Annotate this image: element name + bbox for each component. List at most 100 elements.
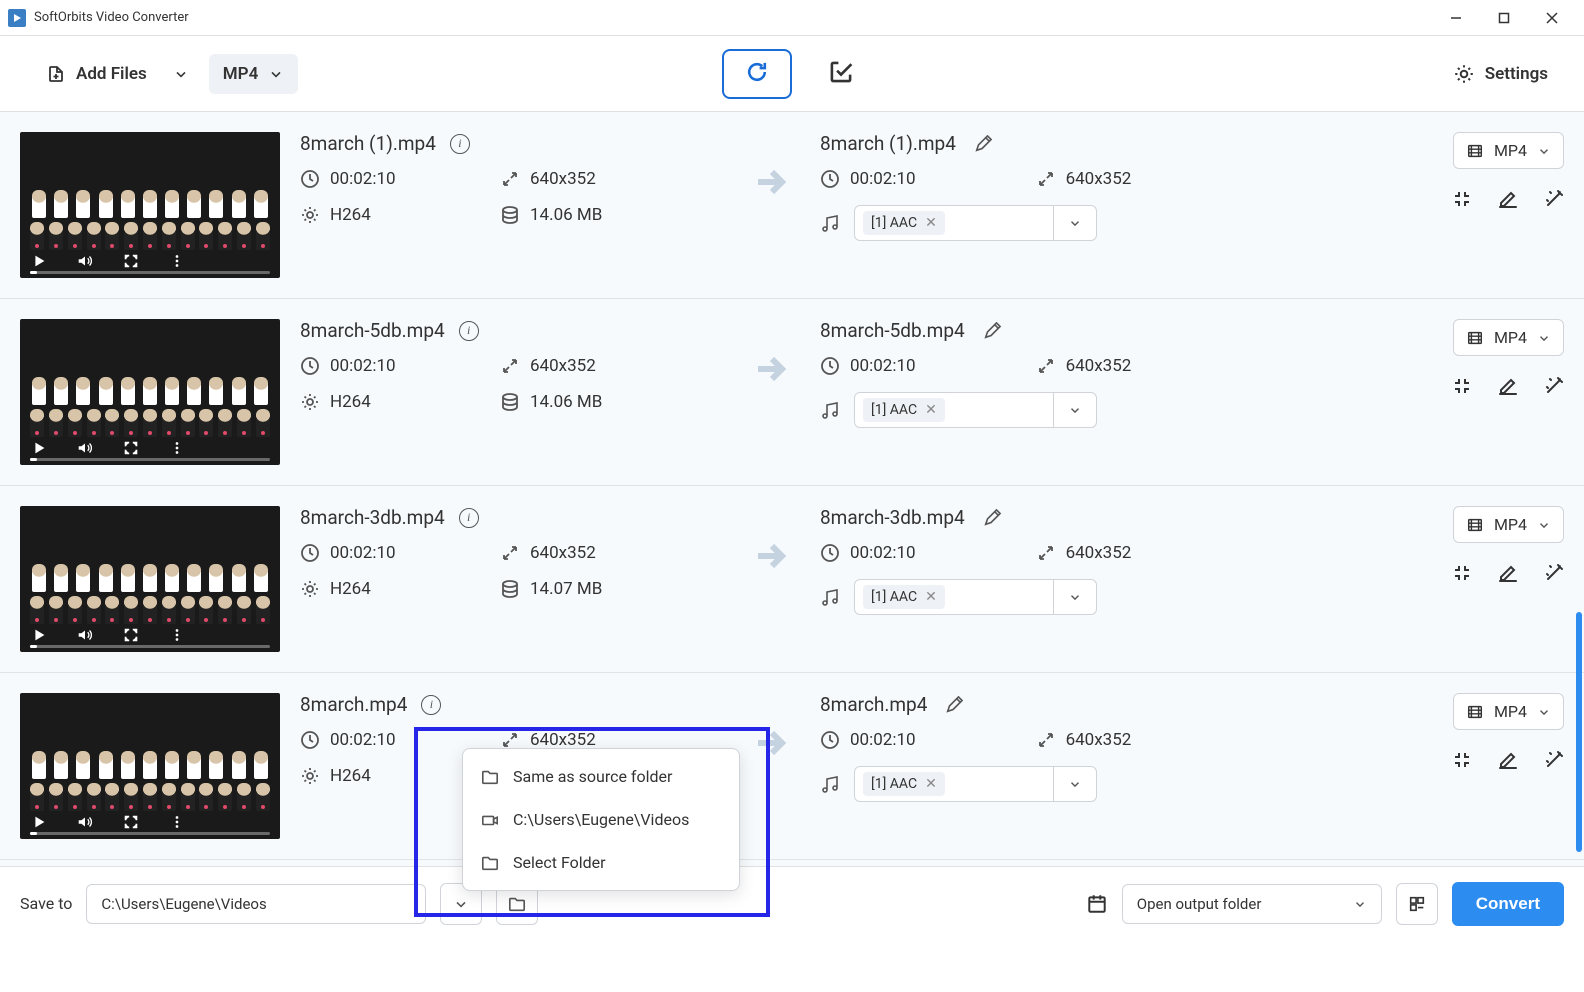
clock-icon — [300, 356, 320, 376]
file-row: 8march.mp4 i 00:02:10 640x352 H264 8marc… — [0, 673, 1584, 860]
calendar-icon[interactable] — [1086, 893, 1108, 915]
source-duration: 00:02:10 — [330, 543, 396, 563]
effects-icon[interactable] — [1544, 750, 1564, 770]
play-icon[interactable] — [30, 439, 48, 457]
audio-dropdown-icon[interactable] — [1053, 393, 1096, 427]
add-files-dropdown[interactable] — [165, 56, 197, 92]
codec-icon — [300, 766, 320, 786]
compress-icon[interactable] — [1452, 376, 1472, 396]
remove-audio-icon[interactable]: ✕ — [925, 589, 937, 605]
more-icon[interactable] — [168, 439, 186, 457]
menu-select-folder[interactable]: Select Folder — [463, 841, 739, 884]
refresh-button[interactable] — [722, 49, 792, 99]
output-duration: 00:02:10 — [850, 543, 916, 563]
audio-dropdown-icon[interactable] — [1053, 767, 1096, 801]
effects-icon[interactable] — [1544, 563, 1564, 583]
effects-icon[interactable] — [1544, 376, 1564, 396]
convert-button[interactable]: Convert — [1452, 882, 1564, 926]
menu-same-as-source[interactable]: Same as source folder — [463, 755, 739, 798]
codec-icon — [300, 205, 320, 225]
effects-icon[interactable] — [1544, 189, 1564, 209]
codec-icon — [300, 579, 320, 599]
remove-audio-icon[interactable]: ✕ — [925, 215, 937, 231]
audio-dropdown-icon[interactable] — [1053, 206, 1096, 240]
play-icon[interactable] — [30, 252, 48, 270]
info-icon[interactable]: i — [459, 321, 479, 341]
settings-button[interactable]: Settings — [1449, 53, 1552, 95]
scrollbar-thumb[interactable] — [1576, 612, 1582, 852]
rename-icon[interactable] — [974, 135, 992, 153]
volume-icon[interactable] — [76, 439, 94, 457]
video-thumbnail[interactable] — [20, 506, 280, 652]
audio-icon — [820, 400, 840, 420]
info-icon[interactable]: i — [459, 508, 479, 528]
video-thumbnail[interactable] — [20, 319, 280, 465]
more-icon[interactable] — [168, 626, 186, 644]
titlebar: SoftOrbits Video Converter — [0, 0, 1584, 36]
menu-recent-path[interactable]: C:\Users\Eugene\Videos — [463, 798, 739, 841]
maximize-button[interactable] — [1480, 0, 1528, 36]
after-convert-label: Open output folder — [1137, 895, 1262, 913]
remove-audio-icon[interactable]: ✕ — [925, 402, 937, 418]
film-icon — [1466, 142, 1484, 160]
compress-icon[interactable] — [1452, 189, 1472, 209]
row-format-select[interactable]: MP4 — [1453, 506, 1564, 543]
menu-item-label: C:\Users\Eugene\Videos — [513, 810, 689, 829]
file-row: 8march-5db.mp4 i 00:02:10 640x352 H264 1… — [0, 299, 1584, 486]
output-format-button[interactable]: MP4 — [209, 54, 299, 94]
compress-icon[interactable] — [1452, 750, 1472, 770]
volume-icon[interactable] — [76, 626, 94, 644]
select-all-button[interactable] — [820, 51, 862, 97]
rename-icon[interactable] — [983, 509, 1001, 527]
add-files-button[interactable]: Add Files — [32, 54, 161, 94]
chevron-down-icon — [1537, 705, 1551, 719]
merge-button[interactable] — [1396, 883, 1438, 925]
resolution-icon — [1036, 356, 1056, 376]
video-thumbnail[interactable] — [20, 693, 280, 839]
fullscreen-icon[interactable] — [122, 813, 140, 831]
after-convert-select[interactable]: Open output folder — [1122, 884, 1382, 924]
fullscreen-icon[interactable] — [122, 252, 140, 270]
save-path-field[interactable]: C:\Users\Eugene\Videos — [86, 884, 426, 924]
compress-icon[interactable] — [1452, 563, 1472, 583]
row-format-select[interactable]: MP4 — [1453, 132, 1564, 169]
fullscreen-icon[interactable] — [122, 626, 140, 644]
play-icon[interactable] — [30, 626, 48, 644]
volume-icon[interactable] — [76, 813, 94, 831]
row-format-select[interactable]: MP4 — [1453, 319, 1564, 356]
info-icon[interactable]: i — [450, 134, 470, 154]
app-icon — [8, 9, 26, 27]
remove-audio-icon[interactable]: ✕ — [925, 776, 937, 792]
play-icon[interactable] — [30, 813, 48, 831]
audio-track-label: [1] AAC — [871, 589, 917, 605]
resolution-icon — [1036, 730, 1056, 750]
audio-track-select[interactable]: [1] AAC✕ — [854, 392, 1097, 428]
resolution-icon — [500, 543, 520, 563]
info-icon[interactable]: i — [421, 695, 441, 715]
close-button[interactable] — [1528, 0, 1576, 36]
audio-dropdown-icon[interactable] — [1053, 580, 1096, 614]
more-icon[interactable] — [168, 813, 186, 831]
edit-icon[interactable] — [1498, 189, 1518, 209]
source-codec: H264 — [330, 766, 371, 786]
video-thumbnail[interactable] — [20, 132, 280, 278]
edit-icon[interactable] — [1498, 376, 1518, 396]
rename-icon[interactable] — [945, 696, 963, 714]
gear-icon — [1453, 63, 1475, 85]
audio-track-select[interactable]: [1] AAC ✕ — [854, 579, 1097, 615]
file-row: 8march (1).mp4 i 00:02:10 640x352 H264 1… — [0, 112, 1584, 299]
audio-track-select[interactable]: [1] AAC✕ — [854, 766, 1097, 802]
minimize-button[interactable] — [1432, 0, 1480, 36]
fullscreen-icon[interactable] — [122, 439, 140, 457]
edit-icon[interactable] — [1498, 750, 1518, 770]
output-duration: 00:02:10 — [850, 169, 916, 189]
audio-track-select[interactable]: [1] AAC✕ — [854, 205, 1097, 241]
rename-icon[interactable] — [983, 322, 1001, 340]
arrow-icon — [740, 693, 800, 763]
volume-icon[interactable] — [76, 252, 94, 270]
film-icon — [1466, 516, 1484, 534]
arrow-icon — [740, 506, 800, 576]
more-icon[interactable] — [168, 252, 186, 270]
row-format-select[interactable]: MP4 — [1453, 693, 1564, 730]
edit-icon[interactable] — [1498, 563, 1518, 583]
